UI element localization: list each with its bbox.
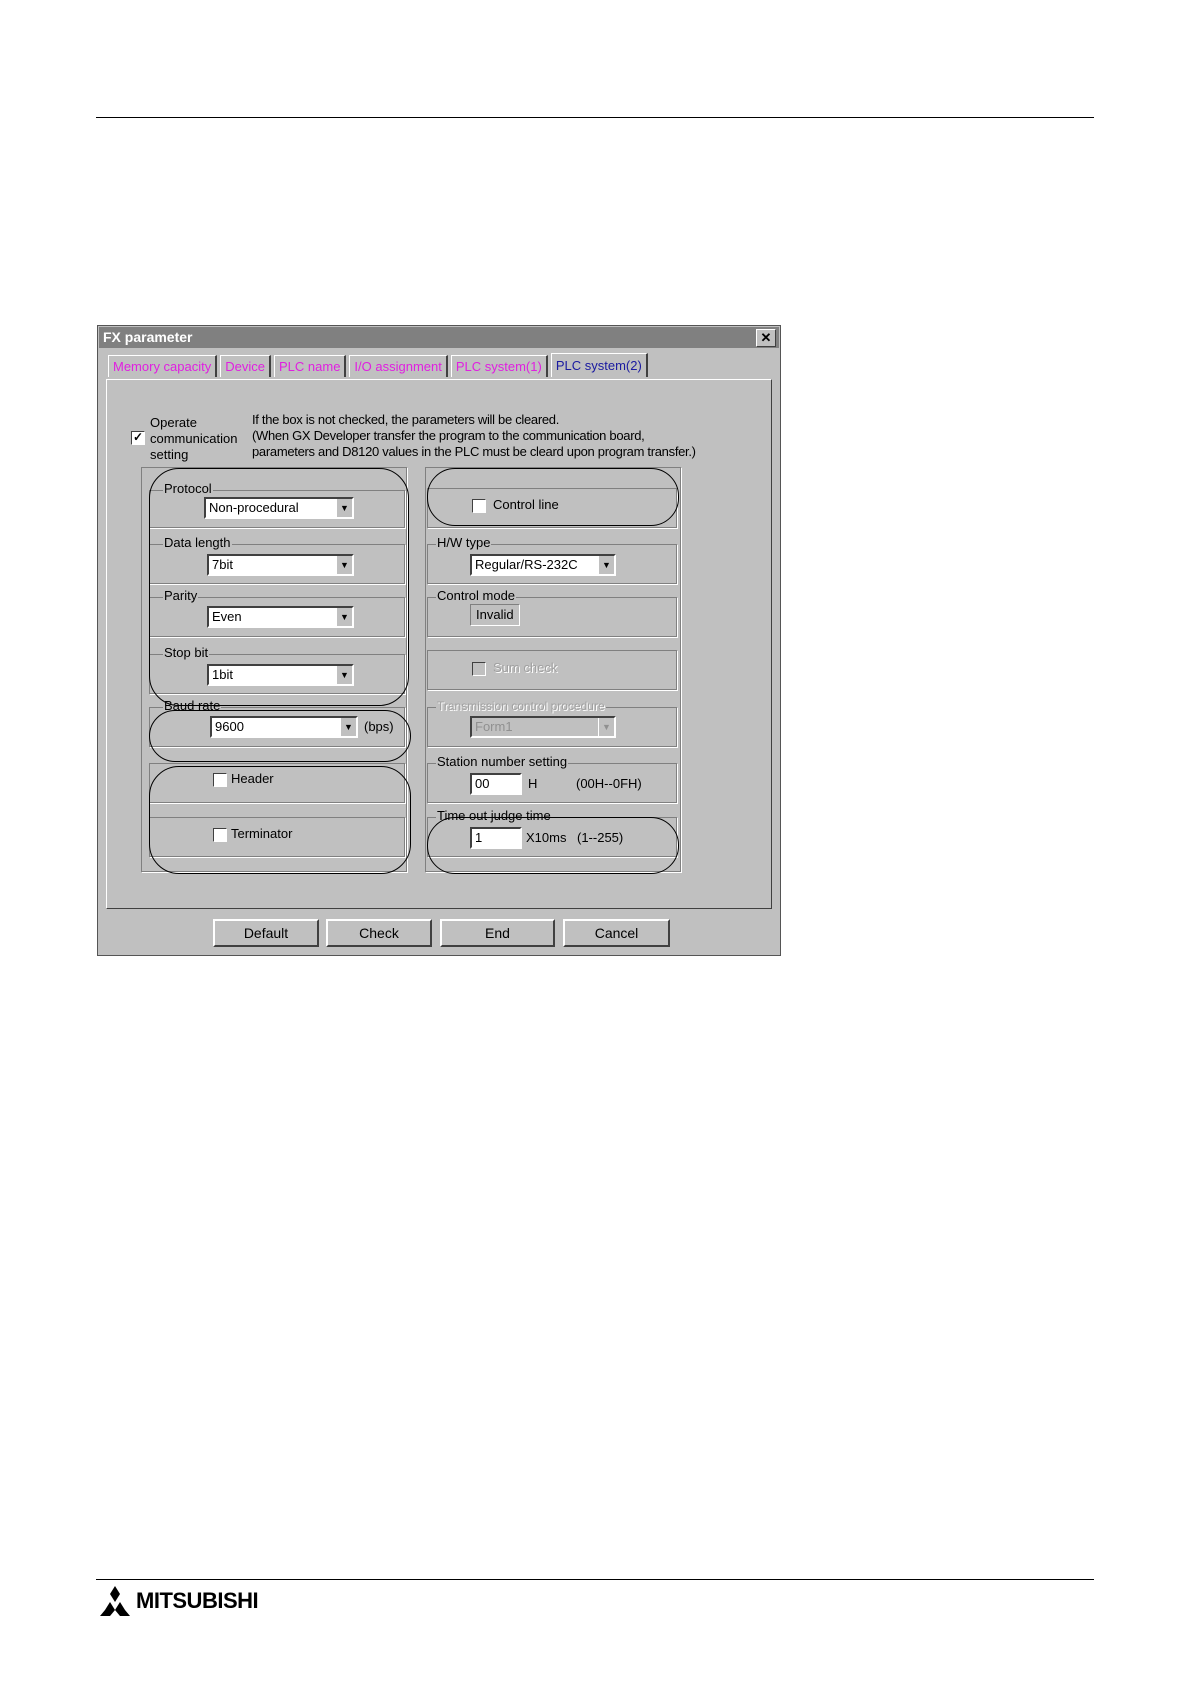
- sum-check-checkbox[interactable]: [472, 662, 486, 676]
- hw-type-select[interactable]: Regular/RS-232C ▼: [470, 554, 616, 576]
- tab-strip: Memory capacity Device PLC name I/O assi…: [108, 353, 651, 379]
- logo-text: MITSUBISHI: [136, 1588, 259, 1613]
- hw-type-label: H/W type: [436, 535, 492, 550]
- chevron-down-icon[interactable]: ▼: [598, 556, 614, 574]
- operate-label-line: setting: [150, 447, 189, 462]
- annotation-ellipse: [427, 817, 679, 874]
- fx-parameter-dialog: FX parameter ✕ Memory capacity Device PL…: [97, 325, 781, 956]
- operate-checkbox[interactable]: ✓: [131, 431, 145, 445]
- note-line: If the box is not checked, the parameter…: [252, 412, 560, 427]
- end-button[interactable]: End: [440, 919, 555, 947]
- window-title: FX parameter: [103, 329, 193, 345]
- tab-panel: ✓ Operate communication setting If the b…: [106, 379, 772, 909]
- bottom-rule: [96, 1579, 1094, 1580]
- operate-label-line: communication: [150, 431, 238, 446]
- transmission-select[interactable]: Form1 ▼: [470, 716, 616, 738]
- transmission-label: Transmission control procedure: [436, 699, 606, 713]
- annotation-ellipse: [427, 468, 679, 526]
- cancel-button[interactable]: Cancel: [563, 919, 670, 947]
- default-button[interactable]: Default: [213, 919, 319, 947]
- hw-type-value: Regular/RS-232C: [475, 557, 578, 572]
- tab-memory-capacity[interactable]: Memory capacity: [108, 355, 218, 377]
- tab-plc-name[interactable]: PLC name: [274, 355, 347, 377]
- sum-check-label: Sum check: [493, 660, 558, 675]
- station-number-input[interactable]: 00: [470, 773, 522, 795]
- transmission-value: Form1: [475, 719, 513, 734]
- station-label: Station number setting: [436, 754, 569, 769]
- annotation-ellipse: [149, 468, 409, 706]
- chevron-down-icon[interactable]: ▼: [598, 718, 614, 736]
- title-bar: FX parameter ✕: [99, 327, 779, 348]
- three-diamonds-icon: [100, 1586, 130, 1616]
- operate-note: If the box is not checked, the parameter…: [252, 412, 696, 460]
- operate-label: Operate communication setting: [150, 415, 237, 463]
- control-mode-label: Control mode: [436, 588, 517, 603]
- note-line: (When GX Developer transfer the program …: [252, 428, 645, 443]
- mitsubishi-logo: MITSUBISHI: [98, 1586, 259, 1616]
- close-icon[interactable]: ✕: [756, 329, 776, 347]
- tab-plc-system-2[interactable]: PLC system(2): [550, 353, 648, 377]
- note-line: parameters and D8120 values in the PLC m…: [252, 444, 696, 459]
- top-rule: [96, 117, 1094, 118]
- check-button[interactable]: Check: [326, 919, 432, 947]
- operate-label-line: Operate: [150, 415, 197, 430]
- station-unit: H: [528, 776, 538, 791]
- station-range: (00H--0FH): [576, 776, 642, 791]
- annotation-ellipse: [149, 766, 411, 874]
- tab-io-assignment[interactable]: I/O assignment: [349, 355, 448, 377]
- control-mode-group: [427, 597, 677, 637]
- tab-device[interactable]: Device: [220, 355, 271, 377]
- tab-plc-system-1[interactable]: PLC system(1): [450, 355, 548, 377]
- control-mode-value: Invalid: [470, 604, 520, 626]
- annotation-ellipse: [149, 710, 411, 762]
